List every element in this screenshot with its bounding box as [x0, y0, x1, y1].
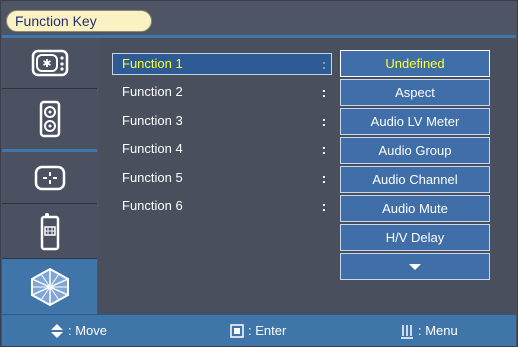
up-down-arrow-icon: [50, 323, 64, 339]
row-separator: :: [321, 84, 327, 100]
function-row[interactable]: Function 6: [112, 195, 332, 217]
function-row[interactable]: Function 2: [112, 81, 332, 103]
osd-window: Function Key ✱ Function 1: Function 2:…: [0, 0, 518, 347]
function-label: Function 1: [122, 56, 183, 71]
video-input-icon: ✱: [31, 49, 69, 77]
function-label: Function 5: [122, 170, 183, 185]
sidebar-item-audio[interactable]: [2, 89, 97, 152]
option-item[interactable]: Audio Channel: [340, 166, 490, 193]
menu-key-icon: [400, 323, 414, 339]
scroll-down-button[interactable]: [340, 253, 490, 280]
row-separator: :: [321, 170, 327, 186]
sidebar-item-marker[interactable]: [2, 153, 97, 204]
option-item[interactable]: Audio Group: [340, 137, 490, 164]
footer-hints: : Move : Enter : Menu: [2, 314, 516, 346]
enter-label: : Enter: [248, 323, 287, 338]
menu-label: : Menu: [418, 323, 458, 338]
function-row[interactable]: Function 1: [112, 53, 332, 75]
speaker-icon: [39, 100, 61, 138]
option-item[interactable]: Audio Mute: [340, 195, 490, 222]
function-row[interactable]: Function 5: [112, 167, 332, 189]
sidebar-item-function-key[interactable]: [2, 259, 97, 314]
enter-hint: : Enter: [230, 315, 286, 346]
page-title: Function Key: [6, 10, 152, 32]
option-item[interactable]: Audio LV Meter: [340, 108, 490, 135]
sidebar-item-video[interactable]: ✱: [2, 38, 97, 89]
function-label: Function 6: [122, 198, 183, 213]
sidebar: ✱: [2, 38, 97, 314]
row-separator: :: [321, 141, 327, 157]
option-item[interactable]: H/V Delay: [340, 224, 490, 251]
move-hint: : Move: [50, 315, 107, 346]
function-key-icon: [28, 267, 72, 307]
function-label: Function 2: [122, 84, 183, 99]
function-row[interactable]: Function 4: [112, 138, 332, 160]
row-separator: :: [321, 56, 327, 72]
menu-hint: : Menu: [400, 315, 458, 346]
remote-control-icon: [39, 211, 61, 251]
option-item[interactable]: Undefined: [340, 50, 490, 77]
main-panel: Function 1 : Function 2 : Function 3 : F…: [98, 38, 516, 314]
option-list: Undefined Aspect Audio LV Meter Audio Gr…: [340, 50, 490, 282]
header-bar: Function Key: [2, 2, 516, 38]
function-label: Function 4: [122, 141, 183, 156]
row-separator: :: [321, 198, 327, 214]
sidebar-item-remote[interactable]: [2, 204, 97, 259]
enter-key-icon: [230, 323, 244, 338]
chevron-down-icon: [409, 263, 421, 270]
option-item[interactable]: Aspect: [340, 79, 490, 106]
function-label: Function 3: [122, 113, 183, 128]
svg-text:✱: ✱: [42, 57, 51, 70]
function-row[interactable]: Function 3: [112, 110, 332, 132]
row-separator: :: [321, 113, 327, 129]
move-label: : Move: [68, 323, 108, 338]
crosshair-icon: [34, 165, 66, 191]
